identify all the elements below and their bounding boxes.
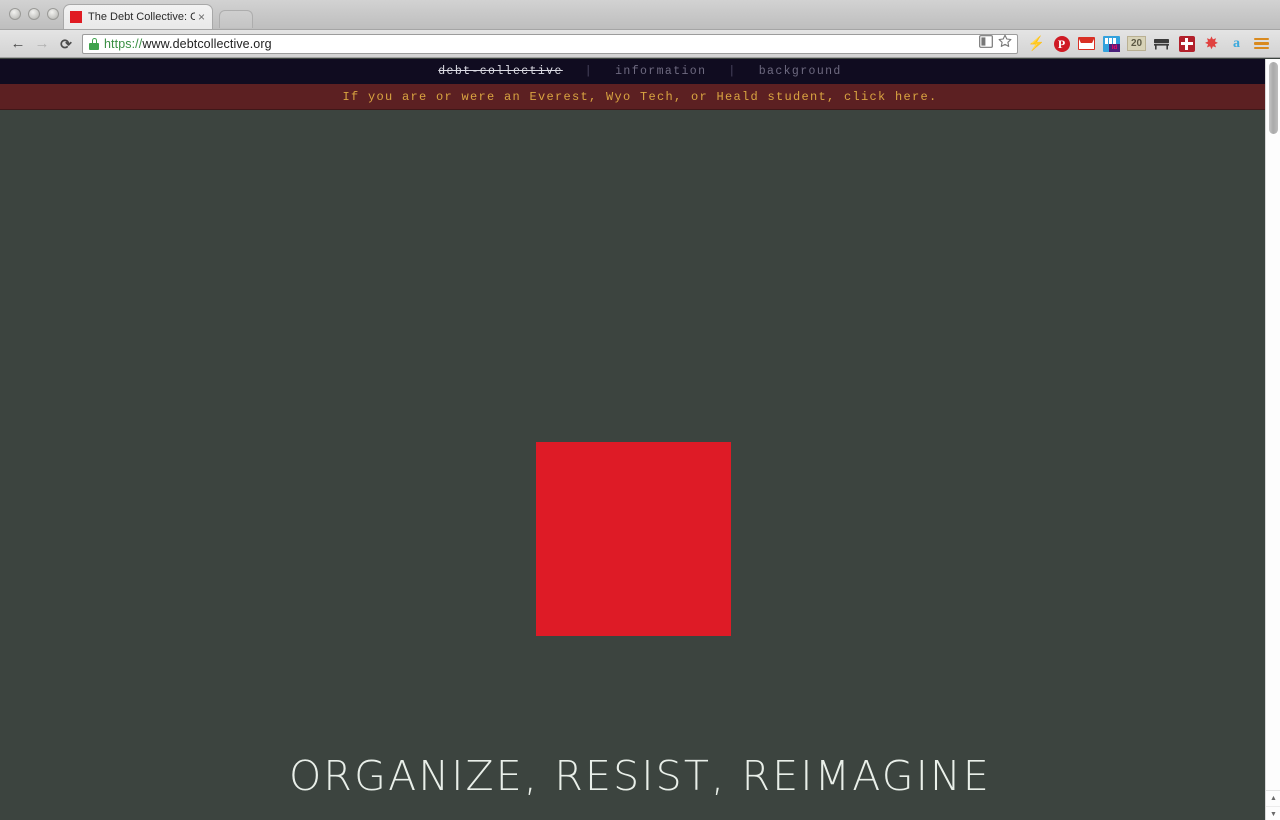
tab-close-icon[interactable]: × [195, 10, 208, 24]
nav-separator-1: | [584, 65, 594, 78]
nav-separator-2: | [728, 65, 737, 78]
url-host: www.debtcollective.org [142, 36, 272, 51]
nav-item-background[interactable]: background [759, 65, 842, 78]
page-viewport: debt-collective | information | backgrou… [0, 59, 1280, 820]
tab-favicon [70, 11, 82, 23]
address-bar[interactable]: https://www.debtcollective.org [82, 33, 1018, 54]
extension-icons: ⚡ P Id 20 ✸ a [1024, 32, 1274, 56]
site-navigation: debt-collective | information | backgrou… [0, 59, 1280, 84]
url-text: https://www.debtcollective.org [104, 37, 979, 51]
reading-list-icon[interactable] [979, 34, 993, 53]
logo-red-square [536, 442, 731, 636]
window-controls [9, 8, 59, 20]
browser-toolbar: ← → ⟳ https://www.debtcollective.org ⚡ P… [0, 30, 1280, 58]
hero-headline: ORGANIZE, RESIST, REIMAGINE [288, 752, 992, 800]
scrollbar-buttons: ▲ ▼ [1266, 790, 1280, 820]
pinterest-icon[interactable]: P [1049, 32, 1074, 56]
nav-brand-link[interactable]: debt-collective [438, 65, 563, 78]
reload-button[interactable]: ⟳ [54, 32, 78, 56]
scrollbar-thumb[interactable] [1269, 62, 1278, 134]
starburst-icon[interactable]: ✸ [1199, 32, 1224, 56]
bench-icon[interactable] [1149, 32, 1174, 56]
first-aid-icon[interactable] [1174, 32, 1199, 56]
chrome-menu-icon[interactable] [1249, 32, 1274, 56]
amazon-icon[interactable]: a [1224, 32, 1249, 56]
lock-icon [89, 37, 99, 50]
page-scrollbar[interactable]: ▲ ▼ [1265, 59, 1280, 820]
scroll-up-button[interactable]: ▲ [1266, 791, 1280, 806]
nav-item-information[interactable]: information [615, 65, 706, 78]
hero-section: ORGANIZE, RESIST, REIMAGINE scroll to be… [0, 110, 1280, 819]
forward-button[interactable]: → [30, 32, 54, 56]
maximize-window-button[interactable] [47, 8, 59, 20]
url-scheme: https:// [104, 36, 143, 51]
lightning-icon[interactable]: ⚡ [1024, 32, 1049, 56]
browser-tab[interactable]: The Debt Collective: Organ × [63, 4, 213, 29]
adobe-indesign-icon[interactable]: Id [1099, 32, 1124, 56]
back-button[interactable]: ← [6, 32, 30, 56]
tab-strip: The Debt Collective: Organ × [0, 0, 1280, 30]
tab-title: The Debt Collective: Organ [88, 11, 195, 23]
counter-badge-icon[interactable]: 20 [1124, 32, 1149, 56]
announcement-banner-link[interactable]: If you are or were an Everest, Wyo Tech,… [342, 90, 937, 104]
browser-window: The Debt Collective: Organ × ← → ⟳ https… [0, 0, 1280, 820]
announcement-banner[interactable]: If you are or were an Everest, Wyo Tech,… [0, 84, 1280, 110]
omnibox-icons [979, 34, 1014, 53]
close-window-button[interactable] [9, 8, 21, 20]
minimize-window-button[interactable] [28, 8, 40, 20]
gmail-icon[interactable] [1074, 32, 1099, 56]
bookmark-star-icon[interactable] [998, 34, 1012, 53]
scroll-down-button[interactable]: ▼ [1266, 806, 1280, 820]
new-tab-button[interactable] [219, 10, 253, 28]
